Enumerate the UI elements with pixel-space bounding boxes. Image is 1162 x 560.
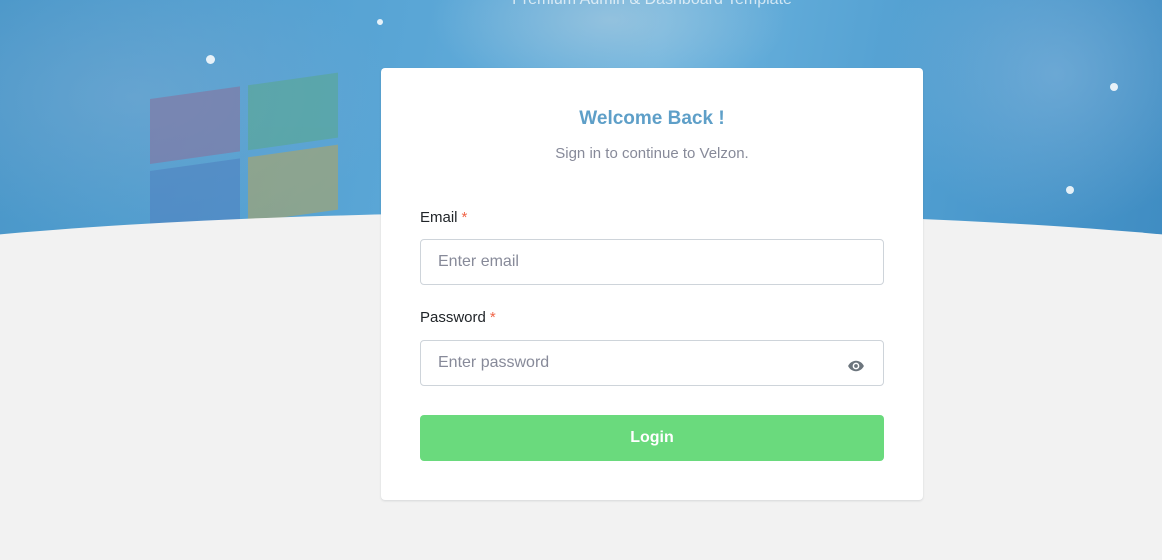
welcome-subtitle: Sign in to continue to Velzon. (555, 145, 749, 162)
hero-dot (1110, 83, 1118, 91)
email-label: Email * (420, 209, 467, 226)
hero-tagline: Premium Admin & Dashboard Template (381, 0, 923, 10)
welcome-title: Welcome Back ! (579, 108, 725, 129)
required-asterisk: * (489, 309, 496, 326)
login-card: Welcome Back ! Sign in to continue to Ve… (381, 68, 923, 500)
password-field[interactable] (420, 340, 884, 386)
password-label: Password * (420, 309, 496, 326)
required-asterisk: * (461, 209, 468, 226)
hero-dot (377, 19, 383, 25)
login-button[interactable]: Login (420, 415, 884, 461)
password-label-text: Password (420, 309, 486, 326)
hero-dot (1066, 186, 1074, 194)
hero-dot (206, 55, 215, 64)
email-label-text: Email (420, 209, 458, 226)
eye-icon[interactable] (847, 357, 865, 375)
email-field[interactable] (420, 239, 884, 285)
